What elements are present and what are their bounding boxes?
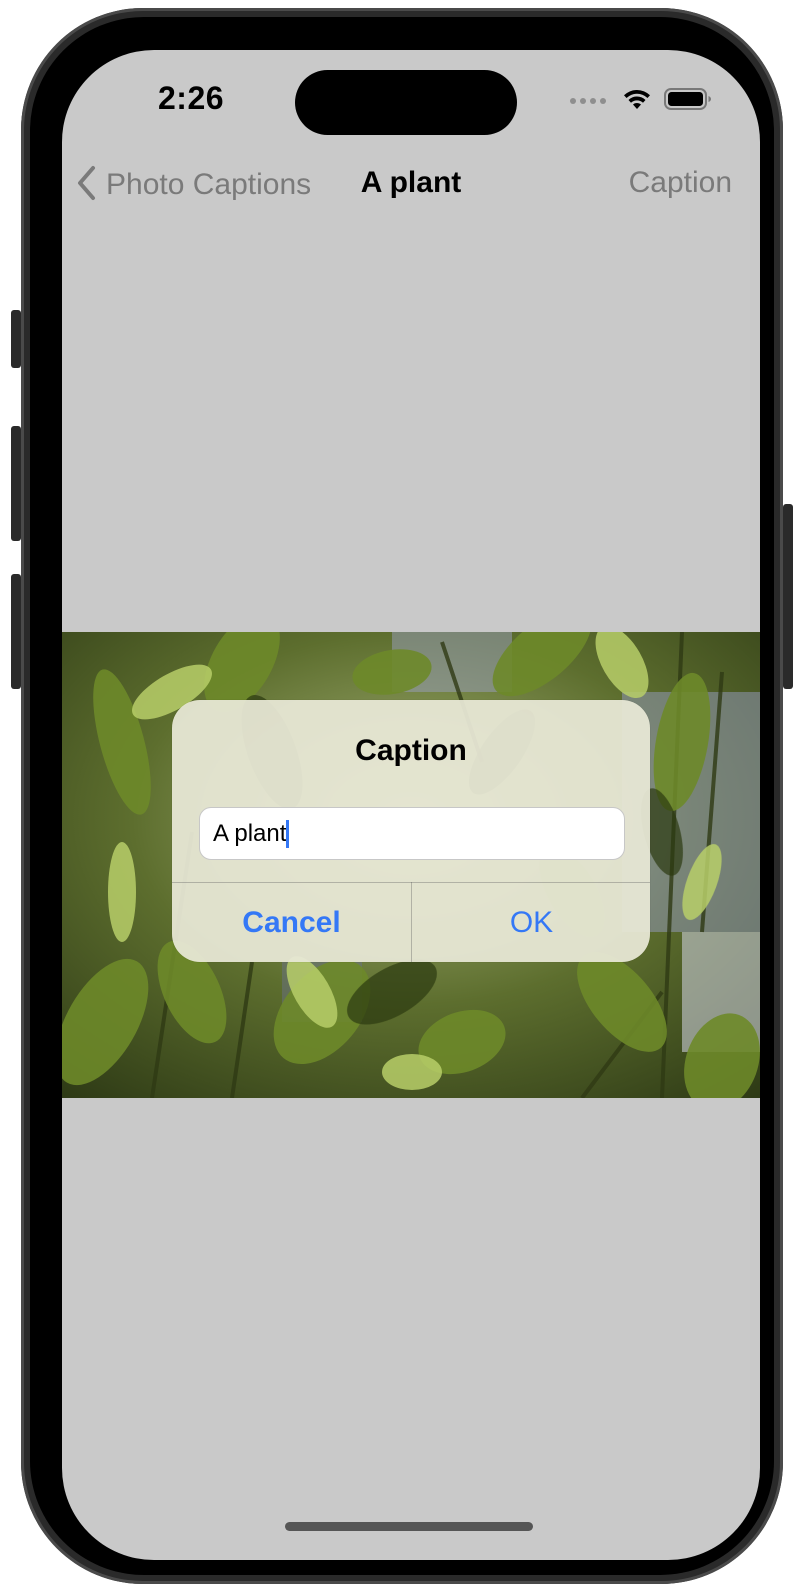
cancel-button[interactable]: Cancel [172,883,411,962]
wifi-icon [622,87,652,116]
caption-text-value: A plant [213,819,287,847]
screen: 2:26 Photo Captions A plant Caption Capt… [62,50,760,1560]
volume-down-button [11,574,21,689]
power-button [783,504,793,689]
caption-button[interactable]: Caption [629,166,732,200]
ok-button[interactable]: OK [412,883,650,962]
action-button [11,310,21,368]
text-cursor [286,819,290,848]
volume-up-button [11,426,21,541]
dynamic-island [295,70,517,135]
status-icons [570,86,712,116]
cellular-signal-icon [570,98,606,104]
caption-alert-dialog: Caption A plant Cancel OK [172,700,650,962]
battery-icon [664,87,712,116]
alert-title: Caption [355,734,467,767]
home-indicator[interactable] [285,1522,533,1531]
caption-text-field[interactable]: A plant [199,807,625,860]
iphone-frame: 2:26 Photo Captions A plant Caption Capt… [11,8,793,1584]
status-time: 2:26 [158,80,225,116]
screen-bezel: 2:26 Photo Captions A plant Caption Capt… [30,17,774,1575]
